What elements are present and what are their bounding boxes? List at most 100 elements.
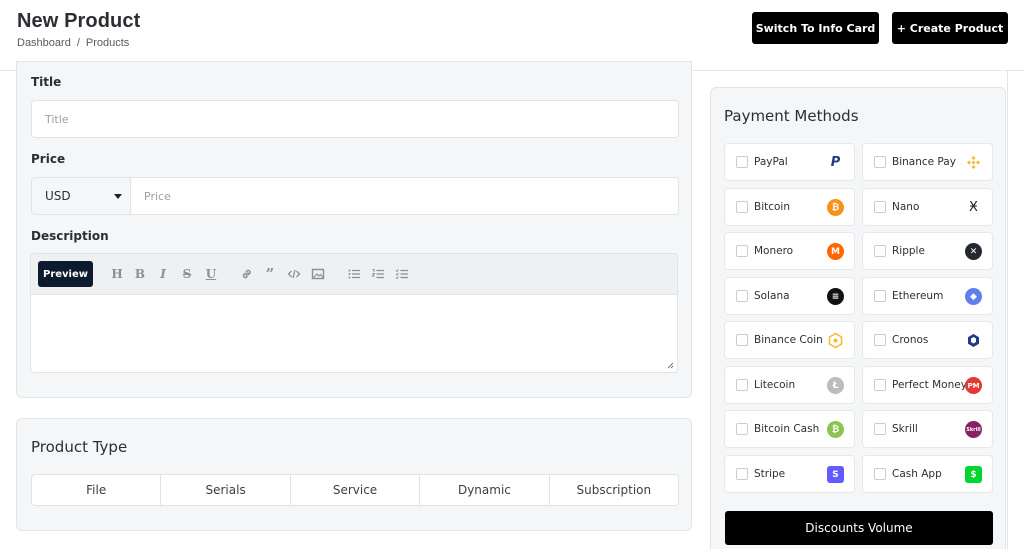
cronos-checkbox[interactable] (874, 334, 886, 346)
title-input[interactable]: Title (31, 100, 679, 138)
scrollbar[interactable] (1007, 70, 1008, 549)
payment-method-nano[interactable]: Nano Ӿ (862, 188, 993, 226)
price-input[interactable]: Price (130, 177, 679, 215)
currency-value: USD (45, 189, 71, 203)
payment-method-cash-app[interactable]: Cash App $ (862, 455, 993, 493)
italic-icon[interactable]: I (155, 266, 171, 282)
image-icon[interactable] (310, 266, 326, 282)
bitcoin-cash-icon: ₿ (827, 421, 844, 438)
preview-button[interactable]: Preview (38, 261, 93, 287)
payment-method-perfect-money[interactable]: Perfect Money PM (862, 366, 993, 404)
perfect-money-checkbox[interactable] (874, 379, 886, 391)
payment-method-ethereum[interactable]: Ethereum ◆ (862, 277, 993, 315)
price-label: Price (31, 152, 66, 166)
heading-icon[interactable]: H (109, 266, 125, 282)
stripe-icon: S (827, 466, 844, 483)
payment-method-monero[interactable]: Monero M (724, 232, 855, 270)
editor-toolbar: Preview H B I S U ” (31, 254, 677, 295)
page-header: New Product Dashboard / Products Switch To… (0, 0, 1024, 70)
create-product-button[interactable]: + Create Product (892, 12, 1008, 44)
payment-method-binance-coin[interactable]: Binance Coin (724, 321, 855, 359)
ripple-checkbox[interactable] (874, 245, 886, 257)
title-label: Title (31, 75, 62, 89)
tab-dynamic[interactable]: Dynamic (420, 475, 550, 505)
link-icon[interactable] (239, 266, 255, 282)
binance-coin-checkbox[interactable] (736, 334, 748, 346)
payment-method-stripe[interactable]: Stripe S (724, 455, 855, 493)
content-area: Title Title Price USD Price Description … (0, 61, 1024, 549)
tab-file[interactable]: File (32, 475, 162, 505)
binance-pay-checkbox[interactable] (874, 156, 886, 168)
payment-method-litecoin[interactable]: Litecoin Ł (724, 366, 855, 404)
resize-handle-icon[interactable] (666, 361, 674, 369)
payment-method-label: Binance Coin (754, 334, 823, 346)
numbered-list-icon[interactable] (370, 266, 386, 282)
ethereum-checkbox[interactable] (874, 290, 886, 302)
ethereum-icon: ◆ (965, 288, 982, 305)
discounts-volume-button[interactable]: Discounts Volume (725, 511, 993, 545)
product-type-tabs: File Serials Service Dynamic Subscriptio… (31, 474, 679, 506)
tab-subscription[interactable]: Subscription (550, 475, 678, 505)
payment-method-label: Monero (754, 245, 794, 257)
bitcoin-cash-checkbox[interactable] (736, 423, 748, 435)
skrill-icon: Skrill (965, 421, 982, 438)
chevron-down-icon (114, 194, 122, 199)
stripe-checkbox[interactable] (736, 468, 748, 480)
solana-icon: ≡ (827, 288, 844, 305)
payment-method-solana[interactable]: Solana ≡ (724, 277, 855, 315)
paypal-checkbox[interactable] (736, 156, 748, 168)
payment-method-label: Stripe (754, 468, 786, 480)
code-icon[interactable] (286, 266, 302, 282)
payment-method-label: Skrill (892, 423, 918, 435)
breadcrumb-products[interactable]: Products (86, 37, 129, 49)
payment-method-cronos[interactable]: Cronos (862, 321, 993, 359)
payment-method-label: Ethereum (892, 290, 944, 302)
payment-method-label: Litecoin (754, 379, 796, 391)
currency-select[interactable]: USD (31, 177, 130, 215)
payment-method-paypal[interactable]: PayPal P (724, 143, 855, 181)
litecoin-icon: Ł (827, 377, 844, 394)
nano-checkbox[interactable] (874, 201, 886, 213)
litecoin-checkbox[interactable] (736, 379, 748, 391)
payment-methods-card: Payment Methods PayPal P Binance Pay Bit… (710, 87, 1006, 549)
monero-icon: M (827, 243, 844, 260)
tab-service[interactable]: Service (291, 475, 421, 505)
ripple-icon: ✕ (965, 243, 982, 260)
bullet-list-icon[interactable] (346, 266, 362, 282)
product-type-title: Product Type (31, 438, 128, 456)
cash-app-checkbox[interactable] (874, 468, 886, 480)
payment-method-label: Cash App (892, 468, 942, 480)
skrill-checkbox[interactable] (874, 423, 886, 435)
product-type-card: Product Type File Serials Service Dynami… (16, 418, 692, 531)
payment-method-label: Bitcoin (754, 201, 791, 213)
payment-method-bitcoin[interactable]: Bitcoin ₿ (724, 188, 855, 226)
switch-to-info-card-button[interactable]: Switch To Info Card (752, 12, 879, 44)
underline-icon[interactable]: U (203, 266, 219, 282)
bold-icon[interactable]: B (132, 266, 148, 282)
monero-checkbox[interactable] (736, 245, 748, 257)
quote-icon[interactable]: ” (262, 265, 278, 283)
breadcrumb-separator: / (76, 37, 80, 49)
payment-method-label: Binance Pay (892, 156, 956, 168)
breadcrumb: Dashboard / Products (17, 37, 129, 49)
payment-method-bitcoin-cash[interactable]: Bitcoin Cash ₿ (724, 410, 855, 448)
description-editor[interactable]: Preview H B I S U ” (30, 253, 678, 373)
bitcoin-icon: ₿ (827, 199, 844, 216)
perfect-money-icon: PM (965, 377, 982, 394)
cronos-icon (965, 332, 982, 349)
payment-method-skrill[interactable]: Skrill Skrill (862, 410, 993, 448)
payment-methods-title: Payment Methods (724, 107, 859, 125)
payment-method-binance-pay[interactable]: Binance Pay (862, 143, 993, 181)
payment-method-label: Perfect Money (892, 379, 967, 391)
task-list-icon[interactable] (394, 266, 410, 282)
binance-coin-icon (827, 332, 844, 349)
breadcrumb-dashboard[interactable]: Dashboard (17, 37, 71, 49)
payment-method-label: Ripple (892, 245, 925, 257)
payment-method-label: Solana (754, 290, 790, 302)
solana-checkbox[interactable] (736, 290, 748, 302)
payment-method-label: Nano (892, 201, 920, 213)
bitcoin-checkbox[interactable] (736, 201, 748, 213)
payment-method-ripple[interactable]: Ripple ✕ (862, 232, 993, 270)
tab-serials[interactable]: Serials (161, 475, 291, 505)
strikethrough-icon[interactable]: S (179, 266, 195, 282)
